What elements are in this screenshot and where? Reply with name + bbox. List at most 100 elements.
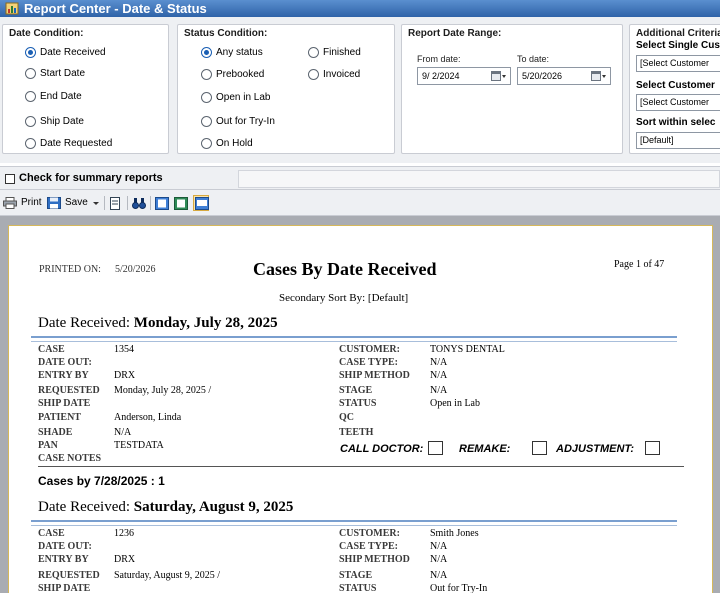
section-divider <box>31 520 677 522</box>
pan-value: TESTDATA <box>114 440 164 451</box>
calendar-dropdown-icon[interactable] <box>491 71 507 81</box>
report-viewer[interactable]: PRINTED ON: 5/20/2026 Cases By Date Recei… <box>0 216 720 593</box>
page-icon <box>110 197 120 210</box>
ship-date-label: SHIP DATE <box>38 398 91 409</box>
page-setup-button[interactable] <box>109 195 123 211</box>
toolbar-separator <box>127 196 128 210</box>
printer-icon <box>3 197 17 209</box>
page-number: Page 1 of 47 <box>614 259 665 270</box>
date-group-heading: Date Received: Saturday, August 9, 2025 <box>38 499 294 515</box>
radio-icon <box>308 47 319 58</box>
customer-select[interactable]: [Select Customer <box>636 94 720 111</box>
single-customer-select[interactable]: [Select Customer <box>636 55 720 72</box>
stage-label: STAGE <box>339 570 373 581</box>
shade-value: N/A <box>114 427 132 438</box>
save-button[interactable]: Save <box>47 195 88 211</box>
cases-count-summary: Cases by 7/28/2025 : 1 <box>38 474 165 488</box>
radio-icon <box>25 91 36 102</box>
page-width-icon <box>195 197 209 210</box>
sort-within-label: Sort within selec <box>636 117 716 128</box>
radio-selected-icon <box>25 47 36 58</box>
section-divider <box>31 336 677 338</box>
qc-label: QC <box>339 412 354 423</box>
date-out-label: DATE OUT: <box>38 541 92 552</box>
case-value: 1236 <box>114 528 134 539</box>
criteria-panel: Date Condition: Date Received Start Date… <box>0 17 720 163</box>
status-label: STATUS <box>339 583 377 593</box>
date-range-title: Report Date Range: <box>408 28 502 39</box>
status-condition-group: Status Condition: Any status Prebooked O… <box>177 24 395 154</box>
from-date-label: From date: <box>417 54 461 64</box>
section-divider <box>31 525 677 526</box>
summary-checkbox-label[interactable]: Check for summary reports <box>19 172 163 184</box>
case-type-value: N/A <box>430 357 448 368</box>
entry-by-label: ENTRY BY <box>38 370 89 381</box>
print-button[interactable]: Print <box>3 195 42 211</box>
patient-value: Anderson, Linda <box>114 412 182 423</box>
ship-method-label: SHIP METHOD <box>339 370 410 381</box>
report-title: Cases By Date Received <box>253 259 437 279</box>
date-condition-group: Date Condition: Date Received Start Date… <box>2 24 169 154</box>
status-value: Out for Try-In <box>430 583 488 593</box>
summary-bar: Check for summary reports <box>0 166 720 190</box>
calendar-dropdown-icon[interactable] <box>591 71 607 81</box>
toolbar-separator <box>104 196 105 210</box>
call-doctor-checkbox <box>428 441 443 455</box>
page-width-view-button[interactable] <box>193 195 209 211</box>
sort-within-select[interactable]: [Default] <box>636 132 720 149</box>
date-group-heading: Date Received: Monday, July 28, 2025 <box>38 315 278 331</box>
toolbar-separator <box>150 196 151 210</box>
window-title: Report Center - Date & Status <box>24 1 207 16</box>
case-notes-label: CASE NOTES <box>38 453 102 464</box>
case-type-value: N/A <box>430 541 448 552</box>
requested-value: Monday, July 28, 2025 / <box>114 385 212 396</box>
status-value: Open in Lab <box>430 398 480 409</box>
title-bar: Report Center - Date & Status <box>0 0 720 17</box>
section-divider <box>31 341 677 342</box>
remake-label: REMAKE: <box>459 443 511 455</box>
floppy-disk-icon <box>47 197 61 209</box>
additional-criteria-group: Additional Criteria: Select Single Cus [… <box>629 24 720 154</box>
teeth-label: TEETH <box>339 427 374 438</box>
customer-value: Smith Jones <box>430 528 479 539</box>
report-icon <box>5 2 19 15</box>
radio-icon <box>25 138 36 149</box>
case-value: 1354 <box>114 344 134 355</box>
printed-on: PRINTED ON: 5/20/2026 <box>39 264 156 275</box>
from-date-picker[interactable]: 9/ 2/2024 <box>417 67 511 85</box>
additional-criteria-title: Additional Criteria: <box>636 28 720 39</box>
call-doctor-label: CALL DOCTOR: <box>340 443 424 455</box>
customer-label: CUSTOMER: <box>339 344 400 355</box>
status-condition-title: Status Condition: <box>184 28 268 39</box>
radio-icon <box>308 69 319 80</box>
requested-value: Saturday, August 9, 2025 / <box>114 570 221 581</box>
ship-date-label: SHIP DATE <box>38 583 91 593</box>
find-button[interactable] <box>132 195 146 211</box>
case-divider <box>38 466 684 467</box>
single-page-view-button[interactable] <box>155 195 169 211</box>
case-type-label: CASE TYPE: <box>339 357 398 368</box>
requested-label: REQUESTED <box>38 385 100 396</box>
summary-checkbox[interactable] <box>5 174 15 184</box>
radio-icon <box>201 92 212 103</box>
radio-icon <box>201 138 212 149</box>
case-type-label: CASE TYPE: <box>339 541 398 552</box>
customer-label: CUSTOMER: <box>339 528 400 539</box>
single-page-view-icon <box>155 197 169 210</box>
remake-checkbox <box>532 441 547 455</box>
date-range-group: Report Date Range: From date: To date: 9… <box>401 24 623 154</box>
save-dropdown-button[interactable] <box>92 195 100 211</box>
radio-icon <box>201 69 212 80</box>
single-customer-label: Select Single Cus <box>636 40 720 51</box>
to-date-label: To date: <box>517 54 550 64</box>
to-date-picker[interactable]: 5/20/2026 <box>517 67 611 85</box>
ship-method-value: N/A <box>430 554 448 565</box>
stage-value: N/A <box>430 570 448 581</box>
secondary-sort: Secondary Sort By: [Default] <box>279 292 409 304</box>
date-condition-title: Date Condition: <box>9 28 84 39</box>
multi-page-view-button[interactable] <box>174 195 188 211</box>
radio-icon <box>25 116 36 127</box>
summary-strip <box>238 170 720 188</box>
ship-method-value: N/A <box>430 370 448 381</box>
patient-label: PATIENT <box>38 412 81 423</box>
